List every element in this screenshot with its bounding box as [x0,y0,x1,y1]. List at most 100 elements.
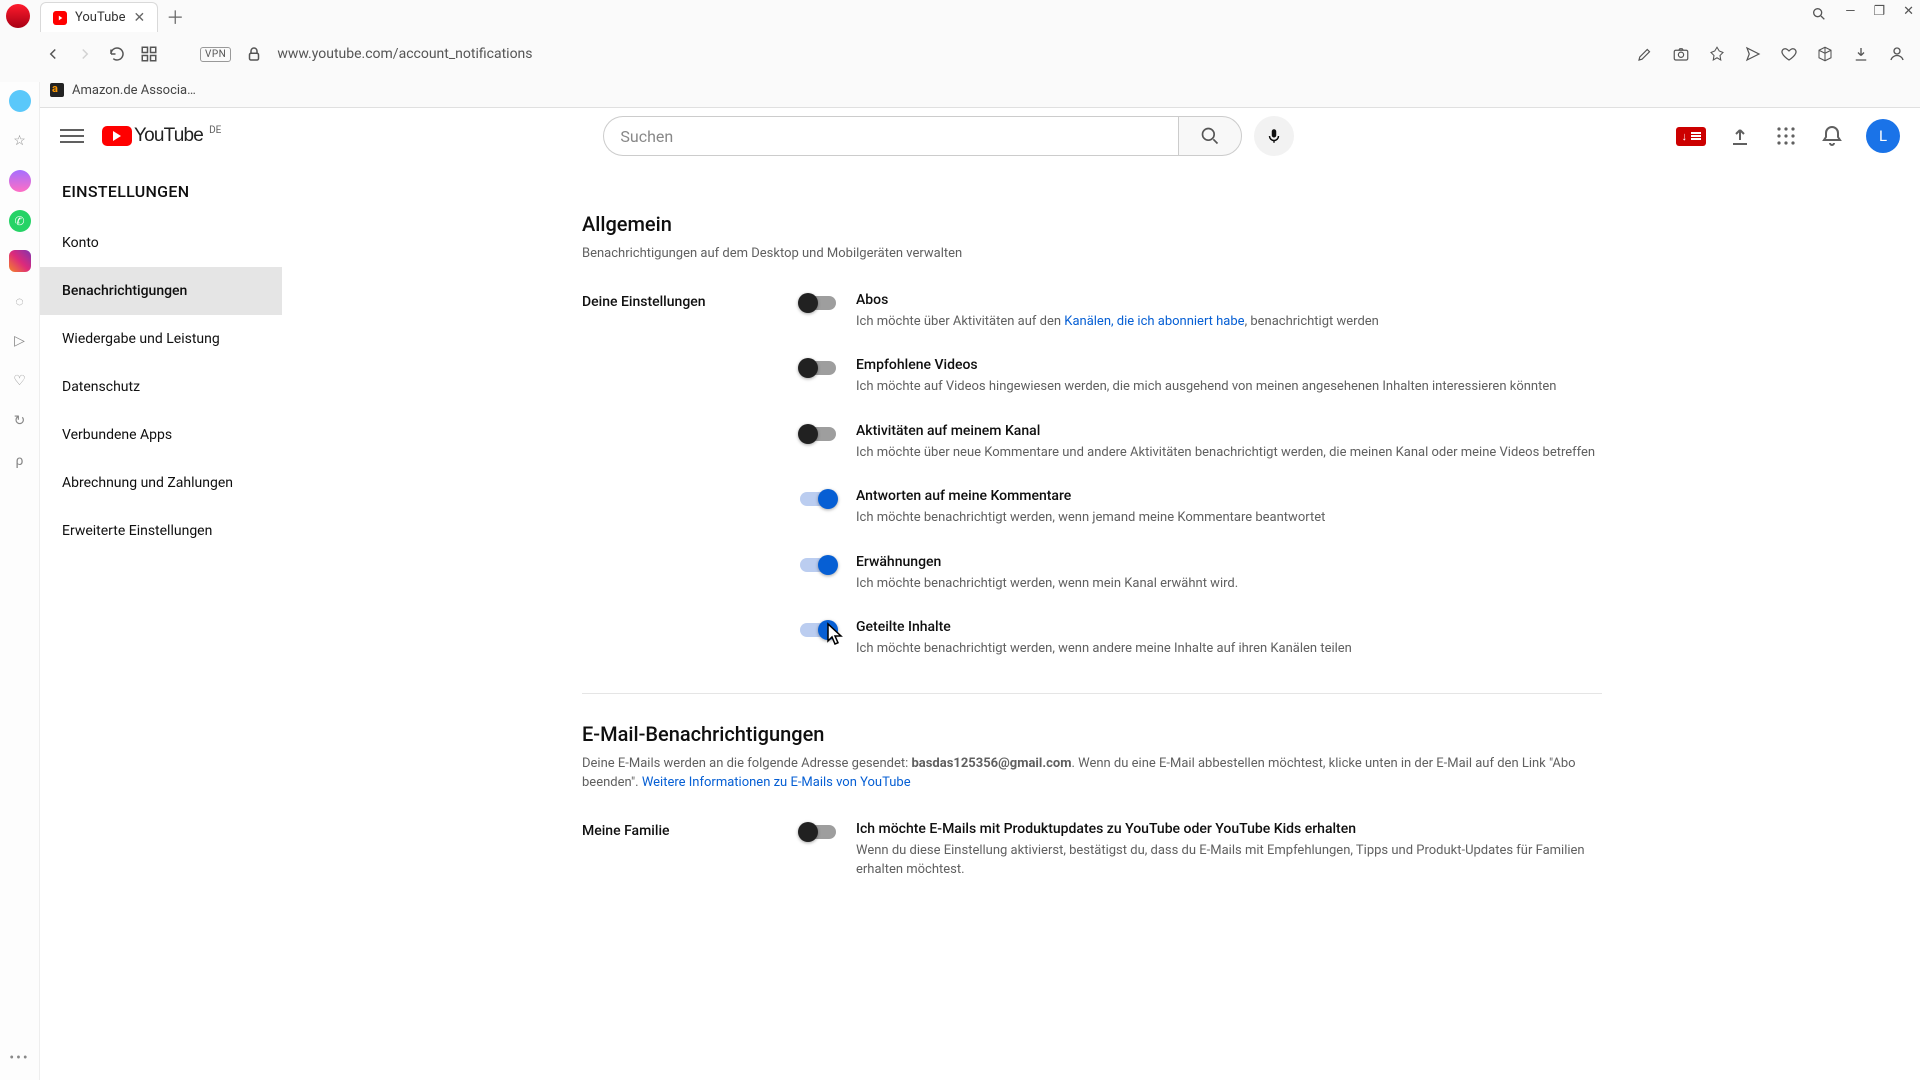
section-heading: E-Mail-Benachrichtigungen [582,722,1602,746]
address-bar-row: VPN www.youtube.com/account_notification… [0,34,1920,74]
settings-sidebar-title: EINSTELLUNGEN [40,182,282,219]
rail-messenger-icon[interactable] [9,170,31,192]
youtube-header: YouTube DE Suchen ↓ L [40,108,1920,164]
address-url[interactable]: www.youtube.com/account_notifications [277,46,1622,62]
microphone-icon [1265,127,1283,145]
email-address: basdas125356@gmail.com [911,756,1071,771]
sidebar-item-2[interactable]: Wiedergabe und Leistung [40,315,282,363]
sidebar-item-3[interactable]: Datenschutz [40,363,282,411]
edit-url-icon[interactable] [1636,45,1654,63]
toggle-desc-link[interactable]: Kanälen, die ich abonniert habe [1064,314,1244,329]
minimize-button[interactable]: ― [1845,4,1855,24]
general-toggle-0[interactable] [800,296,836,310]
youtube-wordmark: YouTube [134,125,203,147]
opera-logo-icon[interactable] [6,4,30,28]
send-icon[interactable] [1744,45,1762,63]
rail-home-icon[interactable] [9,90,31,112]
general-text-1: Empfohlene VideosIch möchte auf Videos h… [856,357,1556,397]
search-tabs-icon[interactable] [1811,4,1827,24]
speed-dial-icon[interactable] [140,45,158,63]
general-row-1: Empfohlene VideosIch möchte auf Videos h… [800,357,1602,397]
general-toggle-2[interactable] [800,427,836,441]
opera-sidebar-rail: ☆ ✆ ◌ ▷ ♡ ↻ ρ ••• [0,82,40,1080]
settings-main[interactable]: Allgemein Benachrichtigungen auf dem Des… [282,164,1920,1080]
rail-whatsapp-icon[interactable]: ✆ [9,210,31,232]
bookmarks-bar: Amazon.de Associa… [0,74,1920,106]
search-icon [1200,126,1220,146]
general-text-2: Aktivitäten auf meinem KanalIch möchte ü… [856,423,1595,463]
sidebar-item-5[interactable]: Abrechnung und Zahlungen [40,459,282,507]
youtube-body: EINSTELLUNGEN KontoBenachrichtigungenWie… [40,164,1920,1080]
extension-badge[interactable]: ↓ [1676,127,1706,146]
rail-tip-icon[interactable]: ρ [9,450,31,472]
sidebar-item-1[interactable]: Benachrichtigungen [40,267,282,315]
tab-close-icon[interactable]: ✕ [134,10,146,26]
toggle-title: Ich möchte E-Mails mit Produktupdates zu… [856,821,1596,837]
country-code: DE [209,125,221,136]
rail-heart-icon[interactable]: ♡ [9,370,31,392]
upload-button[interactable] [1728,124,1752,148]
sidebar-item-4[interactable]: Verbundene Apps [40,411,282,459]
toggle-title: Abos [856,292,1379,308]
snapshot-icon[interactable] [1672,45,1690,63]
rail-bookmark-icon[interactable]: ☆ [9,130,31,152]
general-row-5: Geteilte InhalteIch möchte benachrichtig… [800,619,1602,659]
rail-instagram-icon[interactable] [9,250,31,272]
toggle-title: Geteilte Inhalte [856,619,1352,635]
notifications-button[interactable] [1820,124,1844,148]
general-text-5: Geteilte InhalteIch möchte benachrichtig… [856,619,1352,659]
account-avatar[interactable]: L [1866,119,1900,153]
search-input[interactable]: Suchen [603,116,1178,156]
rail-history-icon[interactable]: ↻ [9,410,31,432]
youtube-play-icon [102,126,132,146]
toggle-title: Erwähnungen [856,554,1238,570]
close-window-button[interactable]: ✕ [1903,4,1914,24]
rail-play-icon[interactable]: ▷ [9,330,31,352]
general-toggle-1[interactable] [800,361,836,375]
sidebar-item-6[interactable]: Erweiterte Einstellungen [40,507,282,555]
toggle-title: Empfohlene Videos [856,357,1556,373]
nav-back-button[interactable] [44,45,62,63]
general-toggle-5[interactable] [800,623,836,637]
email-info-link[interactable]: Weitere Informationen zu E-Mails von You… [642,775,911,790]
general-text-4: ErwähnungenIch möchte benachrichtigt wer… [856,554,1238,594]
group-label: Deine Einstellungen [582,292,800,659]
settings-group-general: Deine Einstellungen AbosIch möchte über … [582,292,1602,659]
sidebar-item-0[interactable]: Konto [40,219,282,267]
guide-menu-button[interactable] [60,124,84,148]
maximize-button[interactable]: ❐ [1873,4,1885,24]
general-toggle-4[interactable] [800,558,836,572]
general-row-0: AbosIch möchte über Aktivitäten auf den … [800,292,1602,332]
apps-grid-icon[interactable] [1774,124,1798,148]
bookmark-item[interactable]: Amazon.de Associa… [72,83,196,98]
download-icon[interactable] [1852,45,1870,63]
rail-clock-icon[interactable]: ◌ [9,290,31,312]
search-container: Suchen [603,116,1294,156]
group-items: Ich möchte E-Mails mit Produktupdates zu… [800,821,1602,880]
pin-icon[interactable] [1708,45,1726,63]
reload-button[interactable] [108,45,126,63]
general-row-2: Aktivitäten auf meinem KanalIch möchte ü… [800,423,1602,463]
toggle-desc: Wenn du diese Einstellung aktivierst, be… [856,841,1596,880]
search-button[interactable] [1178,116,1242,156]
voice-search-button[interactable] [1254,116,1294,156]
lock-icon[interactable] [245,45,263,63]
toggle-desc: Ich möchte über neue Kommentare und ande… [856,443,1595,463]
nav-forward-button[interactable] [76,45,94,63]
email-toggle-0[interactable] [800,825,836,839]
settings-sidebar: EINSTELLUNGEN KontoBenachrichtigungenWie… [40,164,282,1080]
rail-more-icon[interactable]: ••• [9,1050,29,1066]
new-tab-button[interactable]: ＋ [166,4,184,30]
section-subtitle: Deine E-Mails werden an die folgende Adr… [582,754,1602,793]
email-sub-pre: Deine E-Mails werden an die folgende Adr… [582,756,911,771]
youtube-logo[interactable]: YouTube DE [102,125,221,147]
browser-chrome: YouTube ✕ ＋ ― ❐ ✕ VPN www.youtube.com/ac… [0,0,1920,108]
vpn-badge[interactable]: VPN [200,47,231,62]
tab-strip: YouTube ✕ ＋ [0,0,1920,34]
browser-tab[interactable]: YouTube ✕ [40,2,158,32]
profile-switch-icon[interactable] [1888,45,1906,63]
general-toggle-3[interactable] [800,492,836,506]
cube-icon[interactable] [1816,45,1834,63]
bookmark-favicon-icon [50,83,64,97]
heart-icon[interactable] [1780,45,1798,63]
